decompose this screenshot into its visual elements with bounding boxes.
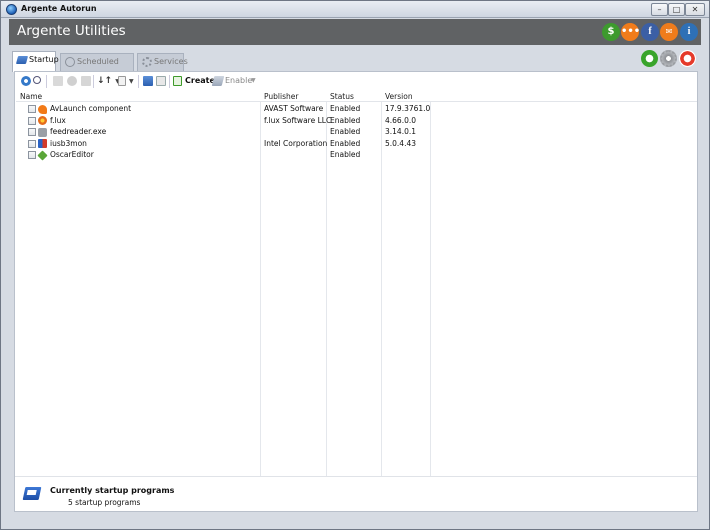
table-row[interactable]: OscarEditor Enabled [16,149,697,161]
app-header: Argente Utilities $ ••• f ✉ i [9,19,701,45]
row-publisher: AVAST Software [264,104,324,113]
tab-services-label: Services [154,57,188,66]
row-version: 5.0.4.43 [385,138,417,148]
toolbar-separator [93,75,94,88]
facebook-icon[interactable]: f [641,23,659,41]
row-checkbox[interactable] [28,116,36,125]
row-name: f.lux [50,115,66,125]
row-checkbox[interactable] [28,151,36,159]
move-up-icon[interactable] [143,76,153,86]
clock-icon [65,57,75,67]
startup-table: Name Publisher Status Version AvLaunch c… [16,91,697,476]
column-header-publisher[interactable]: Publisher [260,91,298,102]
row-status: Enabled [330,104,361,113]
search-icon[interactable] [33,76,41,84]
window-title: Argente Autorun [21,4,97,13]
enable-icon[interactable] [211,76,225,86]
title-bar[interactable]: Argente Autorun – □ ✕ [1,1,709,18]
column-header-status[interactable]: Status [326,91,354,102]
enable-button[interactable]: Enable [225,75,252,87]
toolbar-separator [46,75,47,88]
startup-panel: ↓↑ ▼ ▼ Create Enable ▼ Name Publisher St… [14,71,698,512]
row-status: Enabled [330,115,361,125]
donate-icon[interactable]: $ [602,23,620,41]
row-name: iusb3mon [50,138,87,148]
table-row[interactable]: f.lux f.lux Software LLC Enabled 4.66.0.… [16,115,697,127]
properties-icon[interactable] [67,76,77,86]
row-version: 4.66.0.0 [385,115,417,125]
row-version: 3.14.0.1 [385,127,417,136]
toolbar-separator [169,75,170,88]
column-header-version[interactable]: Version [381,91,413,102]
enable-dropdown-icon[interactable]: ▼ [251,75,256,87]
reload-icon[interactable] [21,76,31,86]
row-status: Enabled [330,127,361,136]
column-header-name[interactable]: Name [16,91,42,102]
row-status: Enabled [330,138,361,148]
feedback-icon[interactable]: ••• [621,23,640,41]
row-name: AvLaunch component [50,104,132,113]
gear-icon [142,57,152,67]
edit-icon[interactable] [156,76,166,86]
info-icon[interactable]: i [680,23,698,41]
row-checkbox[interactable] [28,139,36,148]
tab-scheduled-tasks[interactable]: Scheduled tasks [60,53,134,82]
app-window: Argente Autorun – □ ✕ Argente Utilities … [0,0,710,530]
create-button[interactable]: Create [185,75,215,87]
delete-icon[interactable] [53,76,63,86]
row-publisher: Intel Corporation [264,138,328,148]
document-icon[interactable] [118,76,126,86]
tab-startup[interactable]: Startup [12,51,59,72]
toolbar: ↓↑ ▼ ▼ Create Enable ▼ [15,72,697,91]
oscar-editor-icon [37,149,48,161]
avast-icon [38,104,47,114]
tab-services[interactable]: Services [137,53,188,71]
flux-icon [38,116,47,125]
row-checkbox[interactable] [28,128,36,136]
startup-icon [15,56,29,64]
refresh-icon[interactable] [641,50,658,67]
row-name: feedreader.exe [50,127,107,136]
row-status: Enabled [330,150,361,159]
tab-bar: Startup Scheduled tasks Services [9,45,701,82]
summary-title: Currently startup programs [50,486,175,495]
toolbar-separator [138,75,139,88]
mail-icon[interactable]: ✉ [660,23,678,41]
row-checkbox[interactable] [28,105,36,113]
help-icon[interactable] [679,50,696,67]
tab-startup-label: Startup [29,55,59,64]
maximize-button[interactable]: □ [668,3,685,16]
table-row[interactable]: AvLaunch component AVAST Software Enable… [16,103,697,115]
header-title: Argente Utilities [17,23,126,39]
minimize-button[interactable]: – [651,3,668,16]
status-bar [9,517,701,529]
app-icon [6,4,17,15]
table-header: Name Publisher Status Version [16,91,697,102]
create-icon[interactable] [173,76,182,86]
table-row[interactable]: iusb3mon Intel Corporation Enabled 5.0.4… [16,138,697,150]
row-version: 17.9.3761.0 [385,104,431,113]
copy-icon[interactable] [81,76,91,86]
table-row[interactable]: feedreader.exe Enabled 3.14.0.1 [16,126,697,138]
usb-monitor-icon [38,139,47,148]
summary-footer: Currently startup programs 5 startup pro… [15,476,697,511]
sort-icon[interactable]: ↓↑ ▼ [97,75,120,87]
feedreader-icon [38,127,47,137]
row-publisher: f.lux Software LLC [264,115,332,125]
startup-summary-icon [22,487,42,500]
settings-icon[interactable] [660,50,677,67]
close-button[interactable]: ✕ [685,3,705,16]
summary-count: 5 startup programs [68,498,141,507]
document-dropdown-icon[interactable]: ▼ [129,75,134,87]
row-name: OscarEditor [50,150,94,159]
